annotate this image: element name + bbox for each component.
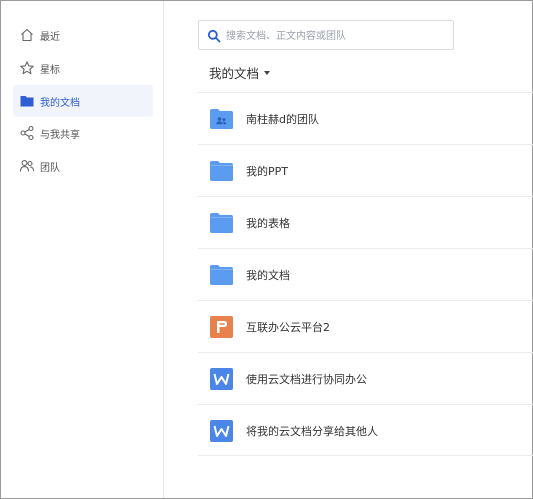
my-documents-dropdown[interactable]: 我的文档 <box>209 63 271 82</box>
file-name: 互联办公云平台2 <box>246 321 330 334</box>
folder-icon <box>210 161 233 181</box>
presentation-file-icon <box>210 316 233 338</box>
list-item[interactable]: 南柱赫d的团队 <box>198 92 533 144</box>
search-input[interactable] <box>226 27 446 45</box>
team-folder-icon <box>210 109 233 129</box>
sidebar-item-label: 我的文档 <box>40 98 80 109</box>
list-item[interactable]: 将我的云文档分享给其他人 <box>198 404 533 456</box>
sidebar-item-label: 团队 <box>40 163 60 174</box>
home-icon <box>21 28 33 42</box>
file-name: 使用云文档进行协同办公 <box>246 373 367 386</box>
word-file-icon <box>210 420 233 442</box>
file-name: 我的表格 <box>246 217 290 230</box>
share-icon <box>20 125 34 141</box>
folder-icon <box>210 265 233 285</box>
folder-icon <box>20 96 34 107</box>
folder-icon <box>210 213 233 233</box>
search-icon <box>207 29 221 43</box>
sidebar-item-my-documents[interactable]: 我的文档 <box>13 85 153 117</box>
file-name: 将我的云文档分享给其他人 <box>246 425 378 438</box>
sidebar-item-recent[interactable]: 最近 <box>13 19 153 51</box>
list-item[interactable]: 我的PPT <box>198 144 533 196</box>
sidebar-item-label: 与我共享 <box>40 130 80 141</box>
app-window: 最近 星标 我的文档 与我共享 团队 搜索文档、正文内容或团队 我的文档 南柱赫… <box>0 0 533 499</box>
file-list: 南柱赫d的团队 我的PPT 我的表格 我的文档 互联办公云平台2 使用云文档进行… <box>198 92 533 456</box>
search-box[interactable] <box>198 20 454 50</box>
list-item[interactable]: 互联办公云平台2 <box>198 300 533 352</box>
file-name: 我的文档 <box>246 269 290 282</box>
file-name: 我的PPT <box>246 165 288 178</box>
sidebar-item-label: 星标 <box>40 65 60 76</box>
sidebar-item-starred[interactable]: 星标 <box>13 52 153 84</box>
list-item[interactable]: 我的表格 <box>198 196 533 248</box>
file-name: 南柱赫d的团队 <box>246 113 319 126</box>
page-title: 我的文档 <box>209 66 260 81</box>
list-item[interactable]: 我的文档 <box>198 248 533 300</box>
team-icon <box>19 160 35 172</box>
sidebar-item-label: 最近 <box>40 32 60 43</box>
caret-down-icon <box>264 70 271 75</box>
star-icon <box>20 61 34 75</box>
sidebar: 最近 星标 我的文档 与我共享 团队 <box>1 1 164 498</box>
sidebar-item-team[interactable]: 团队 <box>13 150 153 182</box>
sidebar-item-shared-with-me[interactable]: 与我共享 <box>13 117 153 149</box>
word-file-icon <box>210 368 233 390</box>
list-item[interactable]: 使用云文档进行协同办公 <box>198 352 533 404</box>
